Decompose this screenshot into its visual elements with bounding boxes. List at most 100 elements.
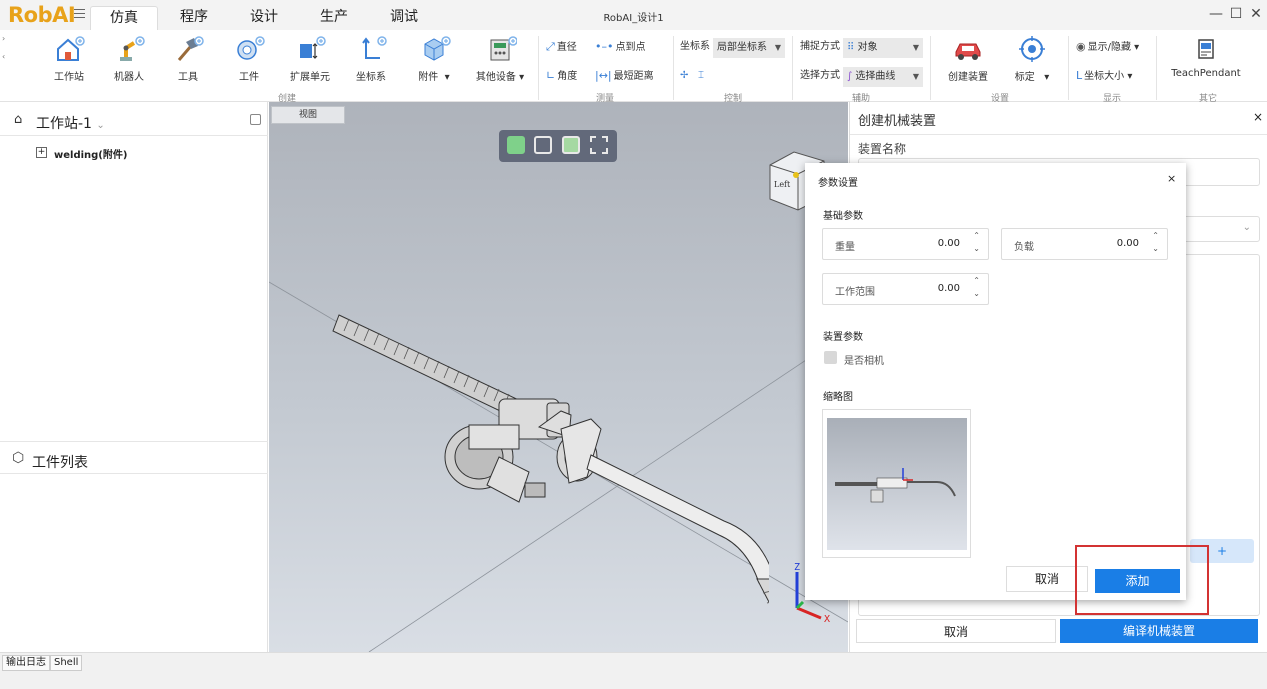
- view-wireframe-icon[interactable]: [534, 136, 552, 154]
- separator: [673, 36, 674, 100]
- shortest-distance-tool[interactable]: |↔| 最短距离: [595, 67, 654, 85]
- other-devices-button[interactable]: 其他设备 ▾: [470, 34, 530, 90]
- select-mode-value: 选择曲线: [855, 71, 896, 82]
- point-to-point-tool[interactable]: •–• 点到点: [595, 38, 645, 56]
- move-icon[interactable]: ✢: [680, 67, 688, 85]
- grid-icon: ⠿: [847, 42, 858, 53]
- show-hide-dropdown[interactable]: ◉ 显示/隐藏 ▾: [1076, 38, 1139, 56]
- workpiece-list-title: 工件列表: [32, 455, 88, 471]
- create-device-button[interactable]: 创建装置: [940, 34, 996, 90]
- welding-torch-model[interactable]: [329, 307, 769, 627]
- other-devices-label: 其他设备 ▾: [475, 72, 525, 83]
- chevron-down-icon: ▼: [912, 72, 919, 81]
- snap-frame-icon[interactable]: ⌶: [698, 67, 704, 85]
- coord-system-dropdown[interactable]: 局部坐标系 ▼: [713, 38, 785, 58]
- calibrate-label: 标定 ▾: [1014, 72, 1050, 83]
- spin-up-icon[interactable]: ⌃: [973, 276, 980, 285]
- gear-part-icon: [237, 36, 265, 60]
- robot-button[interactable]: 机器人: [104, 34, 154, 90]
- compile-device-button[interactable]: 编译机械装置: [1060, 619, 1258, 643]
- close-icon[interactable]: ×: [1253, 110, 1263, 124]
- target-icon: [1019, 36, 1045, 62]
- separator: [792, 36, 793, 100]
- angle-icon: ∟: [546, 69, 556, 82]
- minimize-button[interactable]: —: [1206, 4, 1226, 24]
- coord-size-dropdown[interactable]: ᒪ 坐标大小 ▾: [1076, 67, 1132, 85]
- point-to-point-icon: •–•: [595, 40, 614, 53]
- right-cancel-button[interactable]: 取消: [856, 619, 1056, 643]
- is-camera-label: 是否相机: [844, 356, 884, 367]
- thumbnail-heading: 缩略图: [823, 392, 853, 403]
- thumbnail-frame[interactable]: [822, 409, 971, 558]
- spin-down-icon[interactable]: ⌄: [973, 244, 980, 253]
- workstation-label: 工作站: [54, 72, 84, 83]
- attachment-button[interactable]: 附件 ▾: [404, 34, 464, 90]
- spin-up-icon[interactable]: ⌃: [1152, 231, 1159, 240]
- separator: [1068, 36, 1069, 100]
- panel-toggle-icon[interactable]: [250, 114, 261, 125]
- robot-label: 机器人: [114, 72, 144, 83]
- select-mode-dropdown[interactable]: ∫ 选择曲线 ▼: [843, 67, 923, 87]
- separator: [538, 36, 539, 100]
- axes-icon: [362, 36, 387, 59]
- view-edges-icon[interactable]: [562, 136, 580, 154]
- hamburger-menu-icon[interactable]: [74, 9, 85, 18]
- hammer-icon: [177, 36, 204, 61]
- ribbon-collapse-icon[interactable]: › ‹: [2, 34, 12, 94]
- view-shaded-icon[interactable]: [507, 136, 525, 154]
- expand-icon[interactable]: +: [36, 147, 47, 158]
- ribbon-toolbar: › ‹ 工作站 机器人 工具 工件 扩展单元 坐标系 附件 ▾ 其他设备 ▾ 创…: [0, 30, 1267, 104]
- 3d-viewport[interactable]: 视图 Left Z X: [269, 102, 848, 652]
- extension-unit-button[interactable]: 扩展单元: [283, 34, 337, 90]
- tab-program[interactable]: 程序: [162, 6, 226, 30]
- chevron-down-icon: ⌄: [96, 120, 105, 131]
- spin-down-icon[interactable]: ⌄: [1152, 244, 1159, 253]
- shortest-distance-label: 最短距离: [613, 71, 654, 82]
- distance-icon: |↔|: [595, 69, 612, 82]
- coordinate-system-button[interactable]: 坐标系: [346, 34, 396, 90]
- angle-label: 角度: [557, 71, 578, 82]
- param-settings-dialog: 参数设置 × 基础参数 重量 0.00 ⌃ ⌄ 负载 0.00 ⌃ ⌄ 工作范围 0…: [805, 163, 1186, 600]
- tree-item-welding[interactable]: welding(附件): [54, 146, 127, 161]
- extension-unit-label: 扩展单元: [290, 72, 330, 83]
- dialog-close-icon[interactable]: ×: [1167, 172, 1176, 185]
- tool-button[interactable]: 工具: [163, 34, 213, 90]
- station-title-text: 工作站-1: [36, 116, 92, 132]
- workstation-button[interactable]: 工作站: [44, 34, 94, 90]
- view-fit-icon[interactable]: [590, 136, 608, 154]
- capture-mode-dropdown[interactable]: ⠿ 对象 ▼: [843, 38, 923, 58]
- coord-size-label: 坐标大小: [1084, 71, 1125, 82]
- app-logo: RobAI: [8, 3, 76, 27]
- diameter-tool[interactable]: ⤢ 直径: [546, 38, 577, 56]
- spin-down-icon[interactable]: ⌄: [973, 289, 980, 298]
- device-params-heading: 装置参数: [823, 332, 863, 343]
- coordinate-system-label: 坐标系: [356, 72, 386, 83]
- load-field[interactable]: 负载 0.00 ⌃ ⌄: [1001, 228, 1168, 260]
- weight-field[interactable]: 重量 0.00 ⌃ ⌄: [822, 228, 989, 260]
- teach-pendant-button[interactable]: TeachPendant: [1166, 34, 1246, 90]
- workpiece-button[interactable]: 工件: [224, 34, 274, 90]
- thumbnail-image: [827, 418, 967, 550]
- close-window-button[interactable]: ✕: [1246, 4, 1266, 24]
- dialog-title: 参数设置: [818, 178, 858, 189]
- tab-simulation[interactable]: 仿真: [90, 6, 158, 30]
- robot-arm-icon: [120, 36, 145, 61]
- chevron-down-icon: ⌄: [1242, 222, 1251, 233]
- tab-production[interactable]: 生产: [302, 6, 366, 30]
- show-hide-label: 显示/隐藏: [1087, 42, 1131, 53]
- calibrate-button[interactable]: 标定 ▾: [1004, 34, 1060, 90]
- is-camera-checkbox[interactable]: [824, 351, 837, 364]
- maximize-button[interactable]: ☐: [1226, 4, 1246, 24]
- weight-value: 0.00: [937, 238, 960, 249]
- spin-up-icon[interactable]: ⌃: [973, 231, 980, 240]
- select-mode-label: 选择方式: [800, 70, 840, 81]
- separator: [930, 36, 931, 100]
- tab-shell[interactable]: Shell: [50, 655, 83, 671]
- tab-output-log[interactable]: 输出日志: [2, 655, 50, 671]
- station-title[interactable]: 工作站-1 ⌄: [36, 113, 105, 133]
- tab-debug[interactable]: 调试: [372, 6, 436, 30]
- home-icon: ⌂: [14, 112, 23, 127]
- angle-tool[interactable]: ∟ 角度: [546, 67, 577, 85]
- tab-design[interactable]: 设计: [232, 6, 296, 30]
- work-range-field[interactable]: 工作范围 0.00 ⌃ ⌄: [822, 273, 989, 305]
